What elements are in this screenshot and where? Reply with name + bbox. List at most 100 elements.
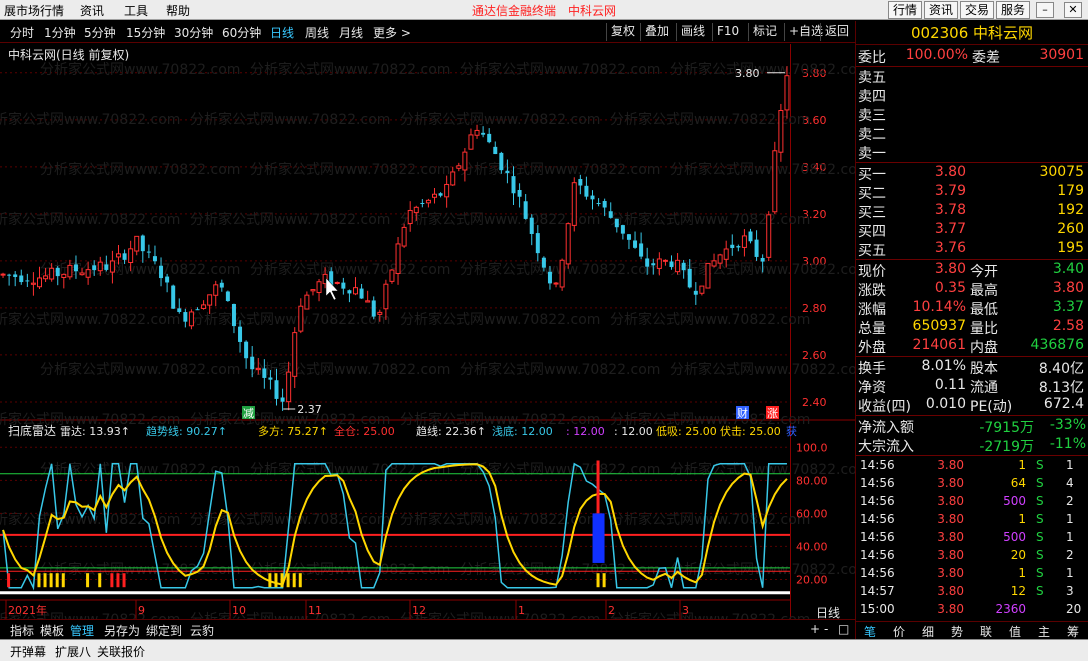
- period-tab-2[interactable]: 5分钟: [84, 24, 116, 41]
- sell-row-2-cell: 卖三: [858, 108, 886, 124]
- menu-help[interactable]: 帮助: [166, 2, 190, 19]
- quote-row-0: 现价 3.80 今开 3.40: [856, 261, 1088, 280]
- detail-tab-5[interactable]: 值: [1009, 623, 1021, 640]
- separator: [856, 415, 1088, 416]
- menu-market[interactable]: 展市场行情: [4, 2, 64, 19]
- danmaku-toggle[interactable]: 开弹幕: [10, 643, 46, 660]
- detail-tab-0[interactable]: 笔: [864, 623, 876, 640]
- tick-row-7-cell: 12: [1010, 584, 1026, 598]
- detail-tab-3[interactable]: 势: [951, 623, 963, 640]
- zoom-control-2[interactable]: □: [838, 622, 849, 636]
- candle-body: [444, 183, 450, 198]
- period-tab-4[interactable]: 30分钟: [174, 24, 213, 41]
- tick-row-4-cell: 3.80: [937, 530, 964, 544]
- menu-news[interactable]: 资讯: [80, 2, 104, 19]
- weibi-row-cell: 100.00%: [905, 47, 968, 63]
- signal-bar: [116, 573, 120, 588]
- minimize-icon[interactable]: –: [1036, 2, 1054, 18]
- zoom-control-0[interactable]: +: [810, 622, 820, 636]
- period-tab-8[interactable]: 月线: [339, 24, 363, 41]
- buy-row-4-cell: 195: [1057, 240, 1084, 256]
- service-button[interactable]: 服务: [996, 1, 1031, 19]
- candle-body: [201, 304, 207, 309]
- quote-button[interactable]: 行情: [888, 1, 923, 19]
- detail-tab-2[interactable]: 细: [922, 623, 934, 640]
- period-tab-9[interactable]: 更多 >: [373, 24, 411, 41]
- promo-terminal[interactable]: 通达信金融终端: [472, 2, 556, 19]
- ind-ytick: 20.00: [796, 573, 828, 586]
- indicator-tab-2[interactable]: 管理: [70, 622, 94, 639]
- event-marker[interactable]: 减: [243, 407, 254, 420]
- toolbar-button-0[interactable]: 复权: [606, 23, 639, 41]
- tick-row-6-cell: S: [1036, 566, 1044, 580]
- buy-row-1-cell: 3.79: [934, 183, 966, 199]
- indicator-tab-5[interactable]: 云豹: [190, 622, 214, 639]
- detail-tab-1[interactable]: 价: [893, 623, 905, 640]
- signal-bar: [274, 573, 278, 588]
- candle-body: [152, 256, 157, 262]
- trade-button[interactable]: 交易: [960, 1, 995, 19]
- tick-row-4-cell: S: [1036, 530, 1044, 544]
- event-marker[interactable]: 涨: [767, 407, 778, 420]
- news-button[interactable]: 资讯: [924, 1, 959, 19]
- detail-tab-6[interactable]: 主: [1038, 623, 1050, 640]
- candle-body: [30, 282, 36, 285]
- candle-body: [316, 281, 322, 294]
- candle-body: [19, 275, 24, 283]
- related-quote[interactable]: 关联报价: [97, 643, 145, 660]
- toolbar-button-2[interactable]: 画线: [676, 23, 709, 41]
- candle-body: [262, 368, 267, 378]
- event-marker[interactable]: 财: [737, 406, 748, 420]
- watermark: 分析家公式网www.70822.com: [610, 211, 810, 228]
- tick-row-8: 15:00 3.80 2360 20: [856, 602, 1088, 621]
- period-tab-0[interactable]: 分时: [10, 24, 34, 41]
- watermark: 分析家公式网www.70822.com: [460, 361, 660, 378]
- period-tab-7[interactable]: 周线: [305, 24, 329, 41]
- watermark: 分析家公式网www.70822.com: [670, 361, 855, 378]
- promo-stock[interactable]: 中科云网: [568, 2, 616, 19]
- candle-body: [633, 240, 638, 248]
- indicator-tab-0[interactable]: 指标: [10, 622, 34, 639]
- main-ytick: 2.40: [802, 396, 827, 409]
- menu-tools[interactable]: 工具: [124, 2, 148, 19]
- detail-tab-4[interactable]: 联: [980, 623, 992, 640]
- close-icon[interactable]: ✕: [1064, 2, 1082, 18]
- toolbar-button-3[interactable]: F10: [712, 23, 743, 41]
- ind-ytick: 80.00: [796, 474, 828, 487]
- period-tab-5[interactable]: 60分钟: [222, 24, 261, 41]
- indicator-tab-3[interactable]: 另存为: [104, 622, 140, 639]
- fin-row-0: 换手 8.01% 股本 8.40亿: [856, 358, 1088, 377]
- chart-area[interactable]: 3.803.603.403.203.002.802.602.40分析家公式网ww…: [0, 44, 855, 619]
- candle-body: [468, 134, 474, 150]
- tick-row-6-cell: 14:56: [860, 566, 895, 580]
- quote-row-4-cell: 内盘: [970, 340, 998, 356]
- buy-row-2-cell: 3.78: [934, 202, 966, 218]
- candle-body: [165, 276, 170, 283]
- watermark: 分析家公式网www.70822.com: [610, 611, 810, 619]
- period-tab-1[interactable]: 1分钟: [44, 24, 76, 41]
- x-label: 2021年: [8, 603, 47, 617]
- legend-item-1: 趋势线: 90.27↑: [146, 424, 227, 438]
- indicator-tab-4[interactable]: 绑定到: [146, 622, 182, 639]
- toolbar-button-1[interactable]: 叠加: [640, 23, 673, 41]
- indicator-tab-1[interactable]: 模板: [40, 622, 64, 639]
- candle-body: [705, 262, 711, 289]
- signal-block: [592, 513, 605, 563]
- detail-tab-7[interactable]: 筹: [1067, 623, 1079, 640]
- toolbar-button-4[interactable]: 标记: [748, 23, 781, 41]
- candle-body: [219, 282, 224, 288]
- tick-row-3-cell: S: [1036, 512, 1044, 526]
- expand-eight[interactable]: 扩展八: [55, 643, 91, 660]
- watermark: 分析家公式网www.70822.com: [40, 561, 240, 578]
- zoom-control-1[interactable]: -: [824, 622, 828, 636]
- candle-body: [134, 235, 140, 252]
- candle-body: [347, 290, 352, 294]
- period-tab-3[interactable]: 15分钟: [126, 24, 165, 41]
- buy-row-0: 买一 3.80 30075: [856, 164, 1088, 183]
- candle-body: [602, 200, 607, 208]
- x-label: 1: [518, 604, 525, 617]
- tick-row-5-cell: S: [1036, 548, 1044, 562]
- period-tab-6[interactable]: 日线: [270, 24, 294, 41]
- quote-row-2-cell: 3.37: [1052, 299, 1084, 315]
- toolbar-button-6[interactable]: 返回: [820, 23, 853, 41]
